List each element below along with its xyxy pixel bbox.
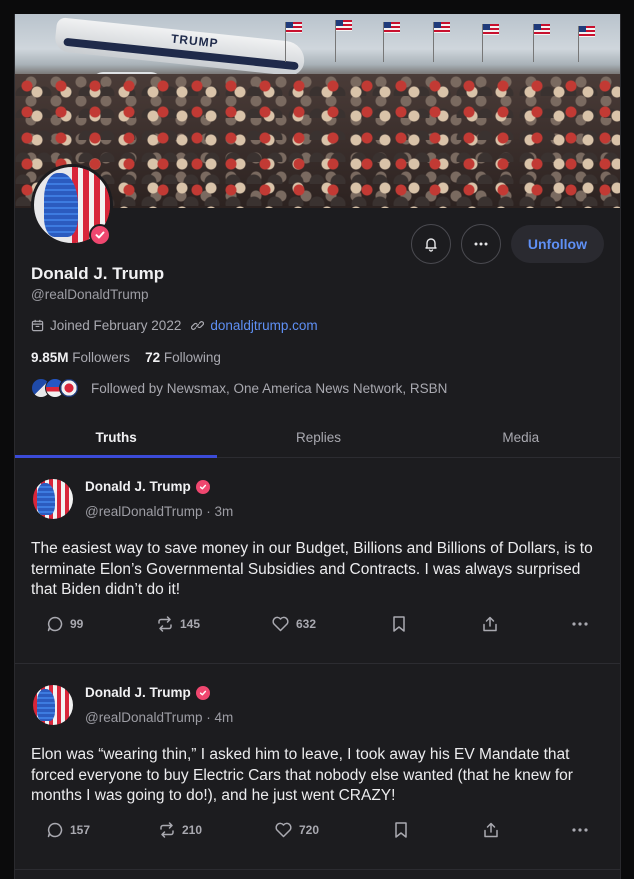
share-icon	[483, 616, 497, 632]
bookmark-icon	[395, 822, 407, 838]
retruth-icon	[160, 822, 174, 838]
post-avatar[interactable]	[33, 479, 73, 519]
more-options-button[interactable]	[460, 224, 501, 264]
retruth-count: 145	[180, 617, 201, 631]
website-link[interactable]: donaldjtrump.com	[210, 318, 317, 333]
following-count: 72	[145, 350, 161, 365]
flag-icon	[286, 22, 302, 33]
verified-icon	[195, 479, 210, 494]
avatar	[59, 378, 79, 398]
calendar-icon	[31, 319, 44, 332]
post-action-bar: 99 145 632	[15, 609, 620, 639]
share-icon	[484, 822, 498, 838]
post-author-name[interactable]: Donald J. Trump	[85, 479, 191, 494]
like-count: 720	[299, 823, 320, 837]
post-author-name[interactable]: Donald J. Trump	[85, 685, 191, 700]
followers-link[interactable]: 9.85M Followers	[31, 350, 130, 365]
post-item[interactable]: Donald J. Trump @realDonaldTrump · 3m Th…	[15, 459, 620, 664]
tab-media[interactable]: Media	[420, 418, 620, 457]
more-icon	[572, 828, 588, 832]
notifications-button[interactable]	[410, 224, 451, 264]
follower-avatars	[31, 378, 79, 398]
profile-tabs: Truths Replies Media	[15, 418, 620, 458]
following-link[interactable]: 72 Following	[145, 350, 221, 365]
profile-handle: @realDonaldTrump	[31, 287, 149, 302]
profile-actions: Unfollow	[410, 224, 604, 264]
link-icon	[191, 321, 205, 330]
profile-meta: Joined February 2022 donaldjtrump.com	[31, 318, 318, 333]
flag-icon	[434, 22, 450, 33]
post-more-button[interactable]	[570, 615, 590, 633]
unfollow-button[interactable]: Unfollow	[510, 225, 604, 263]
reply-icon	[47, 822, 63, 838]
bookmark-button[interactable]	[393, 821, 409, 839]
tab-truths[interactable]: Truths	[15, 418, 218, 458]
verified-icon	[195, 685, 210, 700]
followed-by[interactable]: Followed by Newsmax, One America News Ne…	[31, 378, 447, 398]
bookmark-icon	[393, 616, 405, 632]
more-icon	[572, 622, 588, 626]
share-button[interactable]	[481, 615, 499, 633]
post-text: Elon was “wearing thin,” I asked him to …	[31, 746, 573, 804]
reply-button[interactable]: 99	[46, 615, 83, 633]
post-handle-time: @realDonaldTrump · 3m	[85, 504, 234, 519]
post-action-bar: 157 210 720	[15, 815, 620, 845]
flag-icon	[579, 26, 595, 37]
flag-icon	[384, 22, 400, 33]
flag-icon	[336, 20, 352, 31]
reply-icon	[47, 616, 63, 632]
more-icon	[474, 242, 488, 246]
like-icon	[275, 822, 292, 838]
like-button[interactable]: 720	[274, 821, 319, 839]
retruth-count: 210	[182, 823, 203, 837]
post-more-button[interactable]	[570, 821, 590, 839]
reply-count: 157	[70, 823, 91, 837]
bookmark-button[interactable]	[391, 615, 407, 633]
followed-by-text: Followed by Newsmax, One America News Ne…	[91, 380, 448, 396]
reply-button[interactable]: 157	[46, 821, 90, 839]
reply-count: 99	[70, 617, 84, 631]
profile-name: Donald J. Trump	[31, 264, 165, 283]
like-count: 632	[296, 617, 317, 631]
verified-icon	[89, 224, 111, 246]
post-text: The easiest way to save money in our Bud…	[31, 540, 593, 598]
profile-panel: TRUMP Unfollow Donald J. Trump @realDona…	[14, 14, 621, 879]
retruth-icon	[158, 616, 172, 632]
joined-date: Joined February 2022	[50, 318, 182, 333]
retruth-button[interactable]: 210	[158, 821, 202, 839]
retruth-button[interactable]: 145	[156, 615, 200, 633]
follow-counts: 9.85M Followers 72 Following	[31, 350, 221, 365]
tab-replies[interactable]: Replies	[217, 418, 419, 457]
like-icon	[272, 616, 289, 632]
share-button[interactable]	[482, 821, 500, 839]
post-item[interactable]: Donald J. Trump @realDonaldTrump · 4m El…	[15, 665, 620, 870]
post-handle-time: @realDonaldTrump · 4m	[85, 710, 234, 725]
flag-icon	[534, 24, 550, 35]
bell-icon	[425, 238, 437, 252]
post-avatar[interactable]	[33, 685, 73, 725]
followers-count: 9.85M	[31, 350, 69, 365]
like-button[interactable]: 632	[271, 615, 316, 633]
flag-icon	[483, 24, 499, 35]
